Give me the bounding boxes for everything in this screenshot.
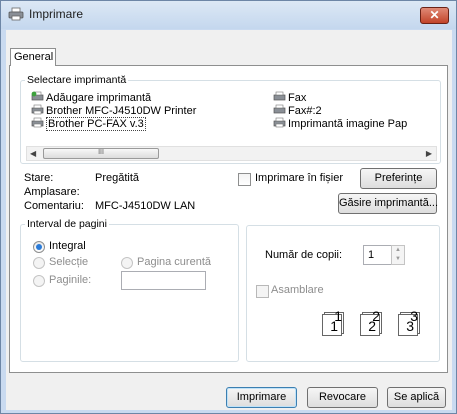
- printer-name: Imprimantă imagine Pap: [288, 118, 408, 130]
- range-selection-radio[interactable]: [33, 257, 45, 269]
- cancel-button[interactable]: Revocare: [307, 387, 378, 408]
- status-label: Stare:: [24, 172, 54, 184]
- range-current-page-radio[interactable]: [121, 257, 133, 269]
- printer-name: Brother PC-FAX v.3: [46, 117, 146, 131]
- stepper-up-icon[interactable]: ▲: [392, 246, 404, 255]
- range-current-page-label[interactable]: Pagina curentă: [137, 256, 211, 268]
- close-button[interactable]: ✕: [420, 7, 449, 24]
- printer-list[interactable]: Adăugare imprimantă Brother MFC-J4510DW …: [31, 91, 449, 143]
- copies-stepper[interactable]: ▲ ▼: [391, 245, 405, 265]
- print-button[interactable]: Imprimare: [226, 387, 297, 408]
- range-pages-radio[interactable]: [33, 275, 45, 287]
- tab-general[interactable]: General: [10, 48, 56, 66]
- status-value: Pregătită: [95, 172, 140, 184]
- scroll-thumb[interactable]: III: [43, 148, 159, 159]
- dialog-client: General Selectare imprimantă Adăugare im…: [6, 30, 452, 410]
- comment-label: Comentariu:: [24, 200, 84, 212]
- collate-page-3: 3 3: [398, 308, 418, 336]
- window-title: Imprimare: [29, 7, 84, 21]
- fax-icon: [273, 104, 286, 114]
- printer-icon: [8, 7, 24, 21]
- range-all-label[interactable]: Integral: [49, 240, 86, 252]
- printer-item-image[interactable]: Imprimantă imagine Pap: [273, 117, 407, 132]
- collate-page-1: 1 1: [322, 308, 342, 336]
- apply-button[interactable]: Se aplică: [387, 387, 446, 408]
- printer-list-scrollbar[interactable]: ◀ III ▶: [26, 146, 437, 161]
- range-selection-label[interactable]: Selecție: [49, 256, 88, 268]
- pages-input[interactable]: [121, 271, 206, 290]
- collate-page-2: 2 2: [360, 308, 380, 336]
- printer-icon: [273, 117, 286, 128]
- select-printer-legend: Selectare imprimantă: [27, 74, 127, 86]
- printer-icon: [31, 117, 44, 128]
- printer-icon: [31, 104, 44, 115]
- printer-name: Fax#:2: [288, 105, 322, 117]
- collate-front-number: 1: [330, 318, 338, 334]
- scroll-left-icon[interactable]: ◀: [30, 147, 36, 160]
- general-tab-panel: Selectare imprimantă Adăugare imprimantă…: [9, 65, 448, 373]
- copies-value: 1: [368, 249, 375, 261]
- close-icon: ✕: [429, 8, 440, 22]
- find-printer-button[interactable]: Găsire imprimantă...: [338, 193, 438, 214]
- comment-value: MFC-J4510DW LAN: [95, 200, 196, 212]
- collate-checkbox[interactable]: [256, 285, 269, 298]
- scroll-grip-icon: III: [98, 149, 104, 156]
- fax-icon: [273, 91, 286, 101]
- stepper-down-icon[interactable]: ▼: [392, 255, 404, 264]
- printer-name: Fax: [288, 92, 307, 104]
- print-to-file-checkbox[interactable]: [238, 173, 251, 186]
- printer-item-pcfax[interactable]: Brother PC-FAX v.3: [31, 117, 146, 132]
- collate-label[interactable]: Asamblare: [271, 284, 324, 296]
- printer-name: Adăugare imprimantă: [46, 92, 152, 104]
- collate-front-number: 2: [368, 318, 376, 334]
- print-dialog: Imprimare ✕ General Selectare imprimantă…: [0, 0, 457, 414]
- location-label: Amplasare:: [24, 186, 80, 198]
- printer-name: Brother MFC-J4510DW Printer: [46, 105, 197, 117]
- print-to-file-label[interactable]: Imprimare în fișier: [255, 172, 343, 184]
- copies-label: Număr de copii:: [265, 249, 343, 261]
- range-all-radio[interactable]: [33, 241, 45, 253]
- page-range-legend: Interval de pagini: [27, 218, 107, 230]
- add-printer-icon: [31, 91, 44, 101]
- title-bar[interactable]: Imprimare ✕: [1, 1, 456, 29]
- preferences-button[interactable]: Preferințe: [360, 168, 437, 189]
- scroll-right-icon[interactable]: ▶: [426, 147, 432, 160]
- range-pages-label[interactable]: Paginile:: [49, 274, 91, 286]
- collate-front-number: 3: [406, 318, 414, 334]
